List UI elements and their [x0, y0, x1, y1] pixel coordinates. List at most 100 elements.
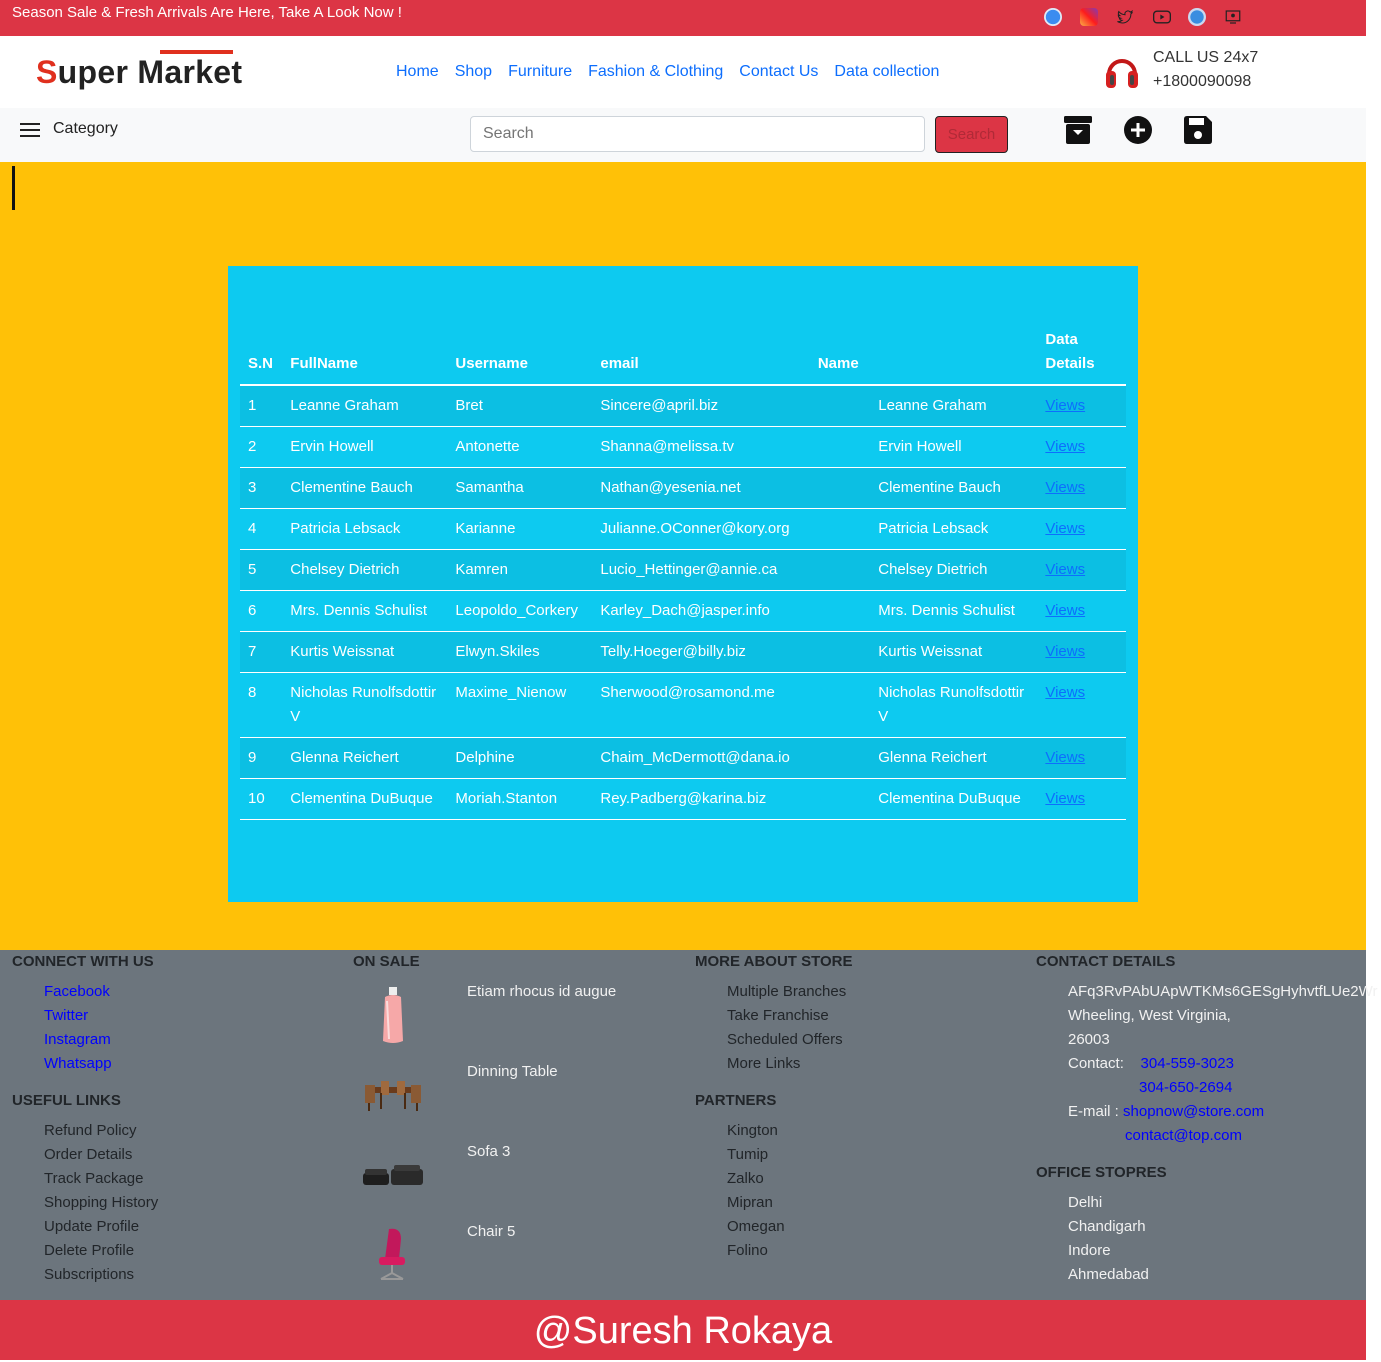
cell-fullname: Nicholas Runolfsdottir V — [282, 672, 448, 738]
cell-username: Leopoldo_Corkery — [447, 590, 593, 632]
nav-furniture[interactable]: Furniture — [508, 63, 572, 81]
footer-link-instagram[interactable]: Instagram — [44, 1028, 154, 1052]
nav-data-collection[interactable]: Data collection — [834, 63, 939, 81]
footer-link-twitter[interactable]: Twitter — [44, 1004, 154, 1028]
sale-item[interactable]: Etiam rhocus id augue — [353, 975, 683, 1055]
footer-stores: OFFICE STOPRES Delhi Chandigarh Indore A… — [1036, 1161, 1167, 1287]
partner-folino[interactable]: Folino — [727, 1239, 785, 1263]
cell-email: Telly.Hoeger@billy.biz — [592, 631, 810, 673]
menu-icon[interactable] — [20, 123, 40, 139]
contact-email-2[interactable]: contact@top.com — [1125, 1127, 1242, 1144]
skype-icon[interactable] — [1188, 8, 1206, 26]
store-delhi: Delhi — [1068, 1194, 1103, 1211]
contact-phone-1[interactable]: 304-559-3023 — [1141, 1055, 1234, 1072]
cell-blank — [809, 778, 871, 820]
contact-heading: CONTACT DETAILS — [1036, 953, 1176, 970]
call-number: +1800090098 — [1153, 73, 1252, 90]
twitter-icon[interactable] — [1116, 8, 1134, 26]
office-chair-image — [379, 1228, 405, 1280]
cell-name: Clementine Bauch — [870, 467, 1038, 509]
cell-fullname: Ervin Howell — [282, 426, 448, 468]
table-row: 8 Nicholas Runolfsdottir V Maxime_Nienow Sh… — [240, 672, 1126, 738]
add-circle-icon[interactable] — [1123, 115, 1153, 145]
desktop-icon[interactable] — [1224, 8, 1242, 26]
cell-sn: 6 — [240, 590, 283, 632]
cell-name: Glenna Reichert — [870, 737, 1038, 779]
footer-link-delete-profile[interactable]: Delete Profile — [44, 1239, 158, 1263]
cell-email: Lucio_Hettinger@annie.ca — [592, 549, 810, 591]
views-link[interactable]: Views — [1045, 684, 1085, 701]
footer-link-track-package[interactable]: Track Package — [44, 1167, 158, 1191]
footer-link-multiple-branches[interactable]: Multiple Branches — [727, 980, 853, 1004]
credit-bar: @Suresh Rokaya — [0, 1300, 1366, 1360]
credit-text: @Suresh Rokaya — [533, 1310, 833, 1352]
cell-details: Views — [1037, 508, 1126, 550]
cell-email: Sincere@april.biz — [592, 385, 810, 427]
youtube-icon[interactable] — [1152, 8, 1171, 26]
call-info: CALL US 24x7 +1800090098 — [1153, 46, 1258, 94]
facebook-icon[interactable] — [1044, 8, 1062, 26]
nav-contact-us[interactable]: Contact Us — [739, 63, 818, 81]
sale-item-name: Dinning Table — [467, 1063, 558, 1080]
footer-link-update-profile[interactable]: Update Profile — [44, 1215, 158, 1239]
views-link[interactable]: Views — [1045, 438, 1085, 455]
search-input[interactable] — [470, 116, 925, 152]
instagram-icon[interactable] — [1080, 8, 1098, 26]
contact-email-1[interactable]: shopnow@store.com — [1123, 1103, 1264, 1120]
cell-sn: 10 — [240, 778, 283, 820]
footer-link-facebook[interactable]: Facebook — [44, 980, 154, 1004]
footer-link-scheduled-offers[interactable]: Scheduled Offers — [727, 1028, 853, 1052]
footer-link-take-franchise[interactable]: Take Franchise — [727, 1004, 853, 1028]
cell-sn: 1 — [240, 385, 283, 427]
table-row: 10 Clementina DuBuque Moriah.Stanton Rey.Pa… — [240, 778, 1126, 820]
cell-username: Kamren — [447, 549, 593, 591]
views-link[interactable]: Views — [1045, 790, 1085, 807]
cell-details: Views — [1037, 549, 1126, 591]
category-label[interactable]: Category — [53, 120, 118, 138]
search-button[interactable]: Search — [935, 116, 1008, 153]
footer-link-subscriptions[interactable]: Subscriptions — [44, 1263, 158, 1287]
footer-contact: CONTACT DETAILS AFq3RvPAbUApWTKMs6GESgHy… — [1036, 950, 1381, 1148]
sale-item[interactable]: Dinning Table — [353, 1055, 683, 1135]
nav-shop[interactable]: Shop — [455, 63, 492, 81]
views-link[interactable]: Views — [1045, 479, 1085, 496]
cell-fullname: Patricia Lebsack — [282, 508, 448, 550]
cell-fullname: Chelsey Dietrich — [282, 549, 448, 591]
headphones-icon — [1106, 59, 1138, 88]
cell-sn: 5 — [240, 549, 283, 591]
site-logo[interactable]: Super Market — [36, 54, 242, 91]
store-ahmedabad: Ahmedabad — [1068, 1266, 1149, 1283]
sale-item[interactable]: Sofa 3 — [353, 1135, 683, 1215]
promo-text: Season Sale & Fresh Arrivals Are Here, T… — [12, 4, 402, 21]
views-link[interactable]: Views — [1045, 643, 1085, 660]
partner-omegan[interactable]: Omegan — [727, 1215, 785, 1239]
partner-kington[interactable]: Kington — [727, 1119, 785, 1143]
footer-link-refund-policy[interactable]: Refund Policy — [44, 1119, 158, 1143]
sale-item[interactable]: Chair 5 — [353, 1215, 683, 1295]
footer-link-order-details[interactable]: Order Details — [44, 1143, 158, 1167]
footer-link-shopping-history[interactable]: Shopping History — [44, 1191, 158, 1215]
views-link[interactable]: Views — [1045, 749, 1085, 766]
cell-details: Views — [1037, 737, 1126, 779]
col-data-details: Data Details — [1037, 320, 1126, 386]
footer-link-more-links[interactable]: More Links — [727, 1052, 853, 1076]
cell-name: Mrs. Dennis Schulist — [870, 590, 1038, 632]
archive-down-icon[interactable] — [1063, 115, 1093, 145]
views-link[interactable]: Views — [1045, 561, 1085, 578]
site-footer: CONNECT WITH US Facebook Twitter Instagr… — [0, 950, 1378, 1300]
partner-zalko[interactable]: Zalko — [727, 1167, 785, 1191]
views-link[interactable]: Views — [1045, 602, 1085, 619]
views-link[interactable]: Views — [1045, 520, 1085, 537]
partner-mipran[interactable]: Mipran — [727, 1191, 785, 1215]
nav-fashion-clothing[interactable]: Fashion & Clothing — [588, 63, 723, 81]
cell-email: Julianne.OConner@kory.org — [592, 508, 810, 550]
footer-link-whatsapp[interactable]: Whatsapp — [44, 1052, 154, 1076]
col-name: Name — [809, 320, 871, 386]
table-row: 9 Glenna Reichert Delphine Chaim_McDermott@… — [240, 737, 1126, 779]
nav-home[interactable]: Home — [396, 63, 439, 81]
partner-tumip[interactable]: Tumip — [727, 1143, 785, 1167]
contact-phone-2[interactable]: 304-650-2694 — [1139, 1079, 1232, 1096]
footer-more-about: MORE ABOUT STORE Multiple Branches Take … — [695, 950, 853, 1076]
views-link[interactable]: Views — [1045, 397, 1085, 414]
save-icon[interactable] — [1183, 115, 1213, 145]
